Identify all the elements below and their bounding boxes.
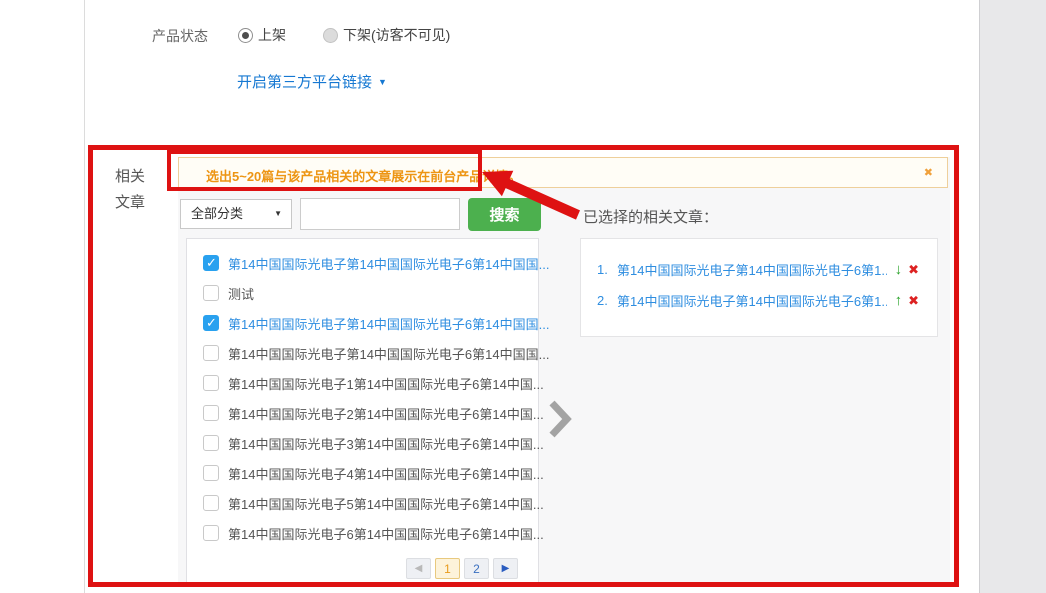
- article-checkbox-item[interactable]: 第14中国国际光电子6第14中国国际光电子6第14中国...: [187, 518, 538, 548]
- remove-icon[interactable]: ✖: [908, 293, 919, 309]
- chevron-right-icon: [547, 398, 573, 445]
- checkbox-icon[interactable]: [203, 375, 219, 391]
- move-up-icon[interactable]: ↑: [895, 292, 903, 309]
- article-checkbox-item[interactable]: 第14中国国际光电子2第14中国国际光电子6第14中国...: [187, 398, 538, 428]
- radio-off-label: 下架(访客不可见): [343, 25, 450, 45]
- checkbox-icon[interactable]: [203, 405, 219, 421]
- article-checkbox-item[interactable]: 第14中国国际光电子4第14中国国际光电子6第14中国...: [187, 458, 538, 488]
- selected-articles-title: 已选择的相关文章：: [583, 206, 718, 227]
- checkbox-icon[interactable]: [203, 315, 219, 331]
- radio-option-off[interactable]: 下架(访客不可见): [323, 25, 450, 45]
- pagination-prev-icon[interactable]: ◀: [406, 558, 431, 579]
- selected-article-item: 1. 第14中国国际光电子第14中国国际光电子6第1... ↓ ✖: [581, 254, 937, 285]
- selected-articles-box: 1. 第14中国国际光电子第14中国国际光电子6第1... ↓ ✖ 2. 第14…: [580, 238, 938, 337]
- article-title[interactable]: 第14中国国际光电子4第14中国国际光电子6第14中国...: [228, 464, 544, 483]
- article-checkbox-item[interactable]: 第14中国国际光电子5第14中国国际光电子6第14中国...: [187, 488, 538, 518]
- article-checkbox-item[interactable]: 测试: [187, 278, 538, 308]
- left-divider: [84, 0, 85, 593]
- article-title[interactable]: 第14中国国际光电子3第14中国国际光电子6第14中国...: [228, 434, 544, 453]
- article-title[interactable]: 第14中国国际光电子6第14中国国际光电子6第14中国...: [228, 524, 544, 543]
- checkbox-icon[interactable]: [203, 345, 219, 361]
- product-edit-page: 产品状态 上架 下架(访客不可见) 开启第三方平台链接 ▼ 相关 文章 选出5~…: [0, 0, 1046, 593]
- chevron-down-icon: ▼: [274, 200, 282, 228]
- radio-option-on[interactable]: 上架: [238, 25, 286, 45]
- checkbox-icon[interactable]: [203, 465, 219, 481]
- product-status-label: 产品状态: [152, 26, 208, 46]
- notice-bar: 选出5~20篇与该产品相关的文章展示在前台产品详情。 ✖: [178, 157, 948, 188]
- radio-unselected-icon[interactable]: [323, 28, 338, 43]
- article-list-box: 第14中国国际光电子第14中国国际光电子6第14中国国... 测试 第14中国国…: [186, 238, 539, 585]
- search-button[interactable]: 搜索: [468, 198, 541, 231]
- article-checkbox-item[interactable]: 第14中国国际光电子第14中国国际光电子6第14中国国...: [187, 308, 538, 338]
- article-checkbox-item[interactable]: 第14中国国际光电子第14中国国际光电子6第14中国国...: [187, 338, 538, 368]
- related-articles-panel: 选出5~20篇与该产品相关的文章展示在前台产品详情。 ✖ 全部分类 ▼ 搜索 已…: [178, 157, 950, 585]
- radio-on-label: 上架: [258, 25, 286, 45]
- article-checkbox-item[interactable]: 第14中国国际光电子第14中国国际光电子6第14中国国...: [187, 248, 538, 278]
- article-title[interactable]: 测试: [228, 284, 254, 303]
- selected-article-link[interactable]: 第14中国国际光电子第14中国国际光电子6第1...: [617, 260, 887, 279]
- article-title[interactable]: 第14中国国际光电子第14中国国际光电子6第14中国国...: [228, 344, 549, 363]
- selected-article-link[interactable]: 第14中国国际光电子第14中国国际光电子6第1...: [617, 291, 887, 310]
- checkbox-icon[interactable]: [203, 285, 219, 301]
- category-select[interactable]: 全部分类 ▼: [180, 199, 292, 229]
- related-articles-label: 相关 文章: [115, 164, 145, 216]
- item-number: 2.: [597, 293, 617, 308]
- pagination-page-2[interactable]: 2: [464, 558, 489, 579]
- checkbox-icon[interactable]: [203, 435, 219, 451]
- remove-icon[interactable]: ✖: [908, 262, 919, 278]
- article-title[interactable]: 第14中国国际光电子第14中国国际光电子6第14中国国...: [228, 314, 549, 333]
- selected-article-item: 2. 第14中国国际光电子第14中国国际光电子6第1... ↑ ✖: [581, 285, 937, 316]
- radio-selected-icon[interactable]: [238, 28, 253, 43]
- third-party-link-toggle[interactable]: 开启第三方平台链接 ▼: [237, 71, 387, 92]
- page-background-gutter: [979, 0, 1046, 593]
- checkbox-icon[interactable]: [203, 255, 219, 271]
- article-title[interactable]: 第14中国国际光电子5第14中国国际光电子6第14中国...: [228, 494, 544, 513]
- article-title[interactable]: 第14中国国际光电子2第14中国国际光电子6第14中国...: [228, 404, 544, 423]
- close-icon[interactable]: ✖: [924, 166, 933, 179]
- third-party-link-label: 开启第三方平台链接: [237, 71, 372, 92]
- article-title[interactable]: 第14中国国际光电子1第14中国国际光电子6第14中国...: [228, 374, 544, 393]
- item-number: 1.: [597, 262, 617, 277]
- article-checkbox-item[interactable]: 第14中国国际光电子1第14中国国际光电子6第14中国...: [187, 368, 538, 398]
- pagination-next-icon[interactable]: ▶: [493, 558, 518, 579]
- pagination: ◀ 1 2 ▶: [406, 558, 518, 579]
- article-checkbox-item[interactable]: 第14中国国际光电子3第14中国国际光电子6第14中国...: [187, 428, 538, 458]
- category-select-value: 全部分类: [191, 206, 243, 221]
- article-list: 第14中国国际光电子第14中国国际光电子6第14中国国... 测试 第14中国国…: [187, 239, 538, 548]
- article-title[interactable]: 第14中国国际光电子第14中国国际光电子6第14中国国...: [228, 254, 549, 273]
- move-down-icon[interactable]: ↓: [895, 261, 903, 278]
- notice-text: 选出5~20篇与该产品相关的文章展示在前台产品详情。: [206, 166, 521, 185]
- chevron-down-icon: ▼: [378, 77, 387, 87]
- checkbox-icon[interactable]: [203, 495, 219, 511]
- pagination-page-1[interactable]: 1: [435, 558, 460, 579]
- search-input[interactable]: [300, 198, 460, 230]
- checkbox-icon[interactable]: [203, 525, 219, 541]
